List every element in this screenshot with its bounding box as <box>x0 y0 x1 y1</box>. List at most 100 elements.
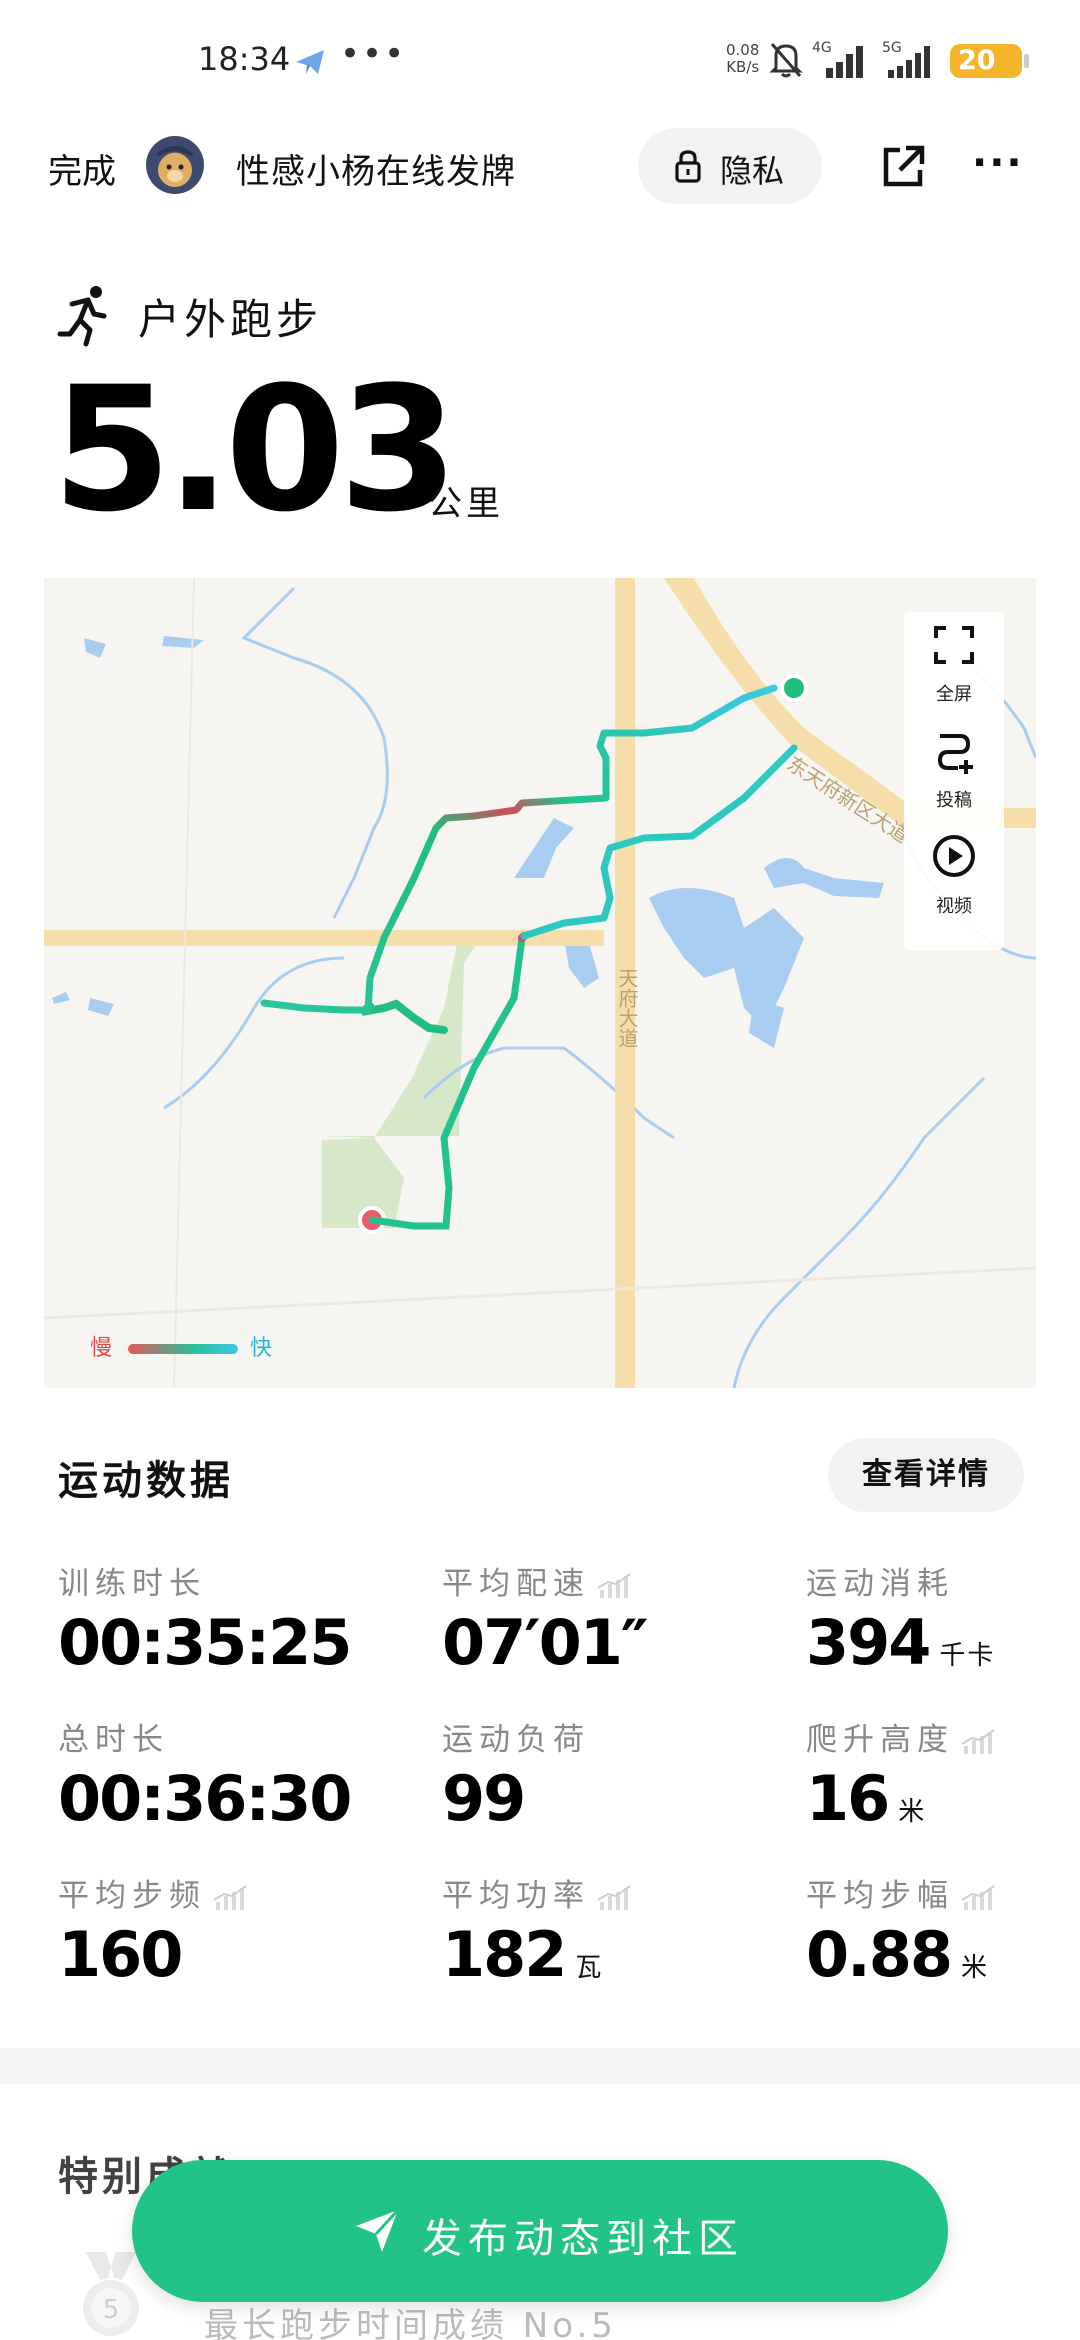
stat-label: 爬升高度 <box>806 1714 996 1759</box>
running-icon <box>57 286 107 347</box>
medal-icon: 5 <box>83 2252 139 2336</box>
map-toolbar: 全屏 投稿 视频 <box>904 612 1004 950</box>
trend-chart-icon[interactable] <box>960 1728 996 1756</box>
stat-item: 平均步频 160 <box>58 1870 358 2010</box>
net-speed-value: 0.08 <box>726 41 760 59</box>
stat-value: 160 <box>58 1918 183 1991</box>
stat-unit: 米 <box>898 1797 927 1827</box>
signal-5g: 5G <box>882 40 938 80</box>
stat-unit: 米 <box>960 1953 989 1983</box>
trend-chart-icon[interactable] <box>212 1884 248 1912</box>
avatar[interactable] <box>146 136 204 194</box>
more-dots-icon: ••• <box>340 34 407 74</box>
trend-chart-icon[interactable] <box>596 1884 632 1912</box>
stat-value-text: 00:35:25 <box>58 1606 352 1679</box>
record-text: 最长跑步时间成绩 No.5 <box>204 2306 617 2340</box>
signal-4g-label: 4G <box>812 40 832 56</box>
distance-unit: 公里 <box>428 484 504 524</box>
trend-chart-icon[interactable] <box>596 1572 632 1600</box>
stat-label-text: 爬升高度 <box>806 1722 954 1758</box>
status-bar: 18:34 ••• 0.08 KB/s 4G 5G 20 <box>0 0 1080 120</box>
stat-value: 182 瓦 <box>442 1918 603 1991</box>
stat-label-text: 平均步频 <box>58 1878 206 1914</box>
battery-tip <box>1024 54 1029 68</box>
battery-icon: 20 <box>950 44 1022 78</box>
stat-item: 平均功率 182 瓦 <box>442 1870 742 2010</box>
lake <box>749 998 784 1048</box>
pond <box>162 636 204 648</box>
stat-label-text: 平均功率 <box>442 1878 590 1914</box>
privacy-button[interactable]: 隐私 <box>638 128 822 204</box>
speed-legend-bar <box>128 1344 238 1354</box>
telegram-icon <box>296 50 324 74</box>
stat-label: 平均功率 <box>442 1870 632 1915</box>
stat-label: 总时长 <box>58 1714 169 1759</box>
stat-label-text: 运动消耗 <box>806 1566 954 1602</box>
submit-label: 投稿 <box>936 790 972 811</box>
stat-item: 平均步幅 0.88 米 <box>806 1870 1080 2010</box>
stat-value-text: 16 <box>806 1762 890 1835</box>
lock-icon <box>675 150 701 183</box>
pond <box>84 638 106 658</box>
stat-value: 16 米 <box>806 1762 926 1835</box>
video-button[interactable]: 视频 <box>904 824 1004 924</box>
distance-value: 5.03 <box>52 349 458 550</box>
stat-value: 00:35:25 <box>58 1606 352 1679</box>
stat-item: 总时长 00:36:30 <box>58 1714 358 1854</box>
more-icon[interactable]: ··· <box>972 140 1024 186</box>
stat-unit: 千卡 <box>939 1641 996 1671</box>
medal-rank: 5 <box>103 2295 120 2325</box>
stat-label: 训练时长 <box>58 1558 206 1603</box>
fullscreen-button[interactable]: 全屏 <box>904 612 1004 712</box>
stat-value-text: 99 <box>442 1762 526 1835</box>
stat-value-text: 00:36:30 <box>58 1762 352 1835</box>
section-divider <box>0 2048 1080 2084</box>
stats-title: 运动数据 <box>58 1458 234 1504</box>
lake <box>764 858 884 898</box>
stat-label-text: 训练时长 <box>58 1566 206 1602</box>
bell-off-icon <box>769 43 803 78</box>
stat-label: 运动负荷 <box>442 1714 590 1759</box>
stat-value: 99 <box>442 1762 526 1835</box>
signal-4g: 4G <box>812 40 868 80</box>
stat-label: 平均步幅 <box>806 1870 996 1915</box>
stat-item: 训练时长 00:35:25 <box>58 1558 358 1698</box>
stat-item: 爬升高度 16 米 <box>806 1714 1080 1854</box>
road-label-text: 天府大道 <box>615 968 639 1048</box>
pond <box>88 998 114 1016</box>
signal-5g-label: 5G <box>882 40 902 56</box>
publish-to-community-button[interactable]: 发布动态到社区 <box>132 2160 948 2302</box>
road-label-tianfu: 天府大道 <box>614 968 639 1054</box>
stat-label: 运动消耗 <box>806 1558 954 1603</box>
stat-label-text: 平均配速 <box>442 1566 590 1602</box>
stat-label: 平均配速 <box>442 1558 632 1603</box>
stat-value-text: 182 <box>442 1918 567 1991</box>
share-icon[interactable] <box>878 142 928 192</box>
route-map[interactable]: 天府大道 东天府新区大道 全屏 投稿 视频 慢 快 <box>44 578 1036 1388</box>
fullscreen-label: 全屏 <box>936 684 972 705</box>
trend-chart-icon[interactable] <box>960 1884 996 1912</box>
dog-avatar-icon <box>156 146 194 187</box>
publish-label: 发布动态到社区 <box>422 2216 744 2262</box>
username[interactable]: 性感小杨在线发牌 <box>236 144 516 193</box>
net-speed-unit: KB/s <box>726 58 760 76</box>
stat-unit: 瓦 <box>575 1953 604 1983</box>
done-button[interactable]: 完成 <box>48 144 116 193</box>
submit-route-button[interactable]: 投稿 <box>904 718 1004 818</box>
water-channel <box>514 818 574 878</box>
legend-fast: 快 <box>250 1336 273 1361</box>
legend-slow: 慢 <box>90 1336 113 1361</box>
stat-value: 394 千卡 <box>806 1606 995 1679</box>
stat-value: 00:36:30 <box>58 1762 352 1835</box>
net-speed: 0.08 KB/s <box>726 42 759 76</box>
stat-label-text: 平均步幅 <box>806 1878 954 1914</box>
view-details-button[interactable]: 查看详情 <box>828 1438 1024 1512</box>
stat-value-text: 07′01″ <box>442 1606 649 1679</box>
stat-value-text: 394 <box>806 1606 931 1679</box>
stat-item: 平均配速 07′01″ <box>442 1558 742 1698</box>
stat-label: 平均步频 <box>58 1870 248 1915</box>
stat-item: 运动负荷 99 <box>442 1714 742 1854</box>
river <box>241 586 389 919</box>
minor-road <box>173 578 195 1388</box>
stat-label-text: 运动负荷 <box>442 1722 590 1758</box>
